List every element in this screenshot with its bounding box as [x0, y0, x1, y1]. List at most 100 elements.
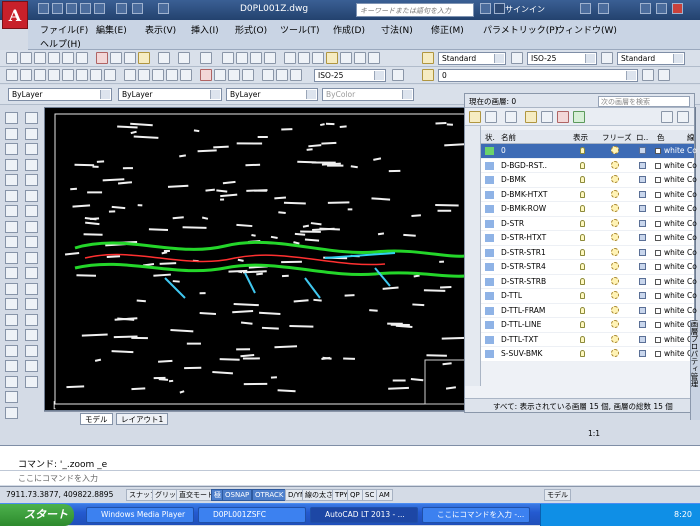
settings-icon[interactable] — [677, 111, 689, 123]
layer-name[interactable]: 0 — [501, 146, 506, 155]
lightbulb-icon[interactable] — [580, 176, 585, 183]
sun-freeze-icon[interactable] — [611, 190, 619, 198]
status-toggle-11[interactable]: AM — [376, 489, 393, 501]
start-button[interactable]: スタート — [0, 504, 74, 526]
lock-icon[interactable] — [639, 278, 646, 285]
task-autocad[interactable]: AutoCAD LT 2013 - ... — [310, 507, 418, 523]
menu-modify[interactable]: 修正(M) — [431, 23, 464, 36]
layer-color[interactable]: white — [664, 291, 685, 300]
cut-icon[interactable] — [96, 52, 108, 64]
lock-icon[interactable] — [639, 350, 646, 357]
layer-linetype[interactable]: Co — [687, 262, 697, 271]
layer-linetype[interactable]: Co — [687, 233, 697, 242]
table-style-select[interactable]: Standard — [617, 52, 685, 65]
color-swatch-icon[interactable] — [655, 337, 661, 343]
menu-view[interactable]: 表示(V) — [145, 23, 176, 36]
text-style-select[interactable]: Standard — [438, 52, 506, 65]
refresh-icon[interactable] — [661, 111, 673, 123]
dim-jogged-icon[interactable] — [76, 69, 88, 81]
lock-icon[interactable] — [639, 292, 646, 299]
rotate-icon[interactable] — [25, 205, 38, 217]
new-property-filter-icon[interactable] — [469, 111, 481, 123]
lightbulb-icon[interactable] — [580, 336, 585, 343]
undo-icon[interactable] — [132, 3, 143, 14]
print-icon[interactable] — [116, 3, 127, 14]
lightbulb-icon[interactable] — [580, 147, 585, 154]
move-icon[interactable] — [25, 190, 38, 202]
menu-insert[interactable]: 挿入(I) — [191, 23, 219, 36]
close-button[interactable] — [672, 3, 683, 14]
menu-draw[interactable]: 作成(D) — [333, 23, 365, 36]
delete-layer-icon[interactable] — [557, 111, 569, 123]
lock-icon[interactable] — [639, 191, 646, 198]
lock-icon[interactable] — [639, 263, 646, 270]
lock-icon[interactable] — [639, 321, 646, 328]
plotstyle-select[interactable]: ByColor — [322, 88, 414, 101]
color-swatch-icon[interactable] — [655, 148, 661, 154]
autocad-logo-icon[interactable]: A — [2, 1, 28, 29]
layer-name[interactable]: D-BGD-RST.. — [501, 161, 547, 170]
task-command[interactable]: ここにコマンドを入力 -... — [422, 507, 530, 523]
save-icon[interactable] — [34, 52, 46, 64]
color-swatch-icon[interactable] — [655, 235, 661, 241]
lightbulb-icon[interactable] — [580, 191, 585, 198]
lineweight-select[interactable]: ByLayer — [226, 88, 318, 101]
sun-freeze-icon[interactable] — [611, 161, 619, 169]
layer-previous-icon[interactable] — [658, 69, 670, 81]
zoom-realtime-icon[interactable] — [236, 52, 248, 64]
task-media-player[interactable]: Windows Media Player — [86, 507, 194, 523]
lightbulb-icon[interactable] — [580, 321, 585, 328]
qdim-icon[interactable] — [124, 69, 136, 81]
color-swatch-icon[interactable] — [655, 322, 661, 328]
lock-icon[interactable] — [639, 147, 646, 154]
layer-name[interactable]: D-TTL-TXT — [501, 335, 538, 344]
plot-icon[interactable] — [94, 3, 105, 14]
color-select[interactable]: ByLayer — [8, 88, 112, 101]
status-toggle-9[interactable]: QP — [347, 489, 363, 501]
sun-freeze-icon[interactable] — [611, 146, 619, 154]
open-icon[interactable] — [20, 52, 32, 64]
layer-color[interactable]: white — [664, 146, 685, 155]
lightbulb-icon[interactable] — [580, 350, 585, 357]
layer-row[interactable]: D-TTL-LINEwhiteCo — [481, 318, 694, 333]
sun-freeze-icon[interactable] — [611, 349, 619, 357]
sun-freeze-icon[interactable] — [611, 262, 619, 270]
fillet-icon[interactable] — [25, 345, 38, 357]
mtext-icon[interactable] — [5, 391, 18, 403]
menu-window[interactable]: ウィンドウ(W) — [556, 23, 617, 36]
hatch-icon[interactable] — [5, 329, 18, 341]
layer-name[interactable]: D-STR-STRB — [501, 277, 546, 286]
dim-linear-icon[interactable] — [6, 69, 18, 81]
region-icon[interactable] — [5, 360, 18, 372]
join-icon[interactable] — [25, 314, 38, 326]
lightbulb-icon[interactable] — [580, 249, 585, 256]
point-icon[interactable] — [5, 314, 18, 326]
signin-link[interactable]: サインイン — [505, 4, 545, 15]
center-mark-icon[interactable] — [214, 69, 226, 81]
layer-color[interactable]: white — [664, 277, 685, 286]
color-swatch-icon[interactable] — [655, 293, 661, 299]
open-file-icon[interactable] — [52, 3, 63, 14]
task-folder[interactable]: D0PL001ZSFC — [198, 507, 306, 523]
tab-layout1[interactable]: レイアウト1 — [116, 413, 168, 425]
color-swatch-icon[interactable] — [655, 221, 661, 227]
layer-color[interactable]: white — [664, 233, 685, 242]
minimize-button[interactable] — [640, 3, 651, 14]
xline-icon[interactable] — [5, 128, 18, 140]
layer-linetype[interactable]: Co — [687, 146, 697, 155]
dim-baseline-icon[interactable] — [138, 69, 150, 81]
matchprop-icon[interactable] — [138, 52, 150, 64]
insert-icon[interactable] — [5, 283, 18, 295]
sheetset-icon[interactable] — [326, 52, 338, 64]
layer-color[interactable]: white — [664, 219, 685, 228]
layer-name[interactable]: D-TTL-LINE — [501, 320, 541, 329]
layer-color[interactable]: white — [664, 262, 685, 271]
dim-style-select[interactable]: ISO-25 — [527, 52, 597, 65]
layer-name[interactable]: D-TTL — [501, 291, 522, 300]
layer-linetype[interactable]: Co — [687, 175, 697, 184]
dim-update-icon[interactable] — [290, 69, 302, 81]
block-icon[interactable] — [158, 52, 170, 64]
gradient-icon[interactable] — [5, 345, 18, 357]
layer-row[interactable]: D-BMK-HTXTwhiteCo — [481, 188, 694, 203]
color-swatch-icon[interactable] — [655, 192, 661, 198]
